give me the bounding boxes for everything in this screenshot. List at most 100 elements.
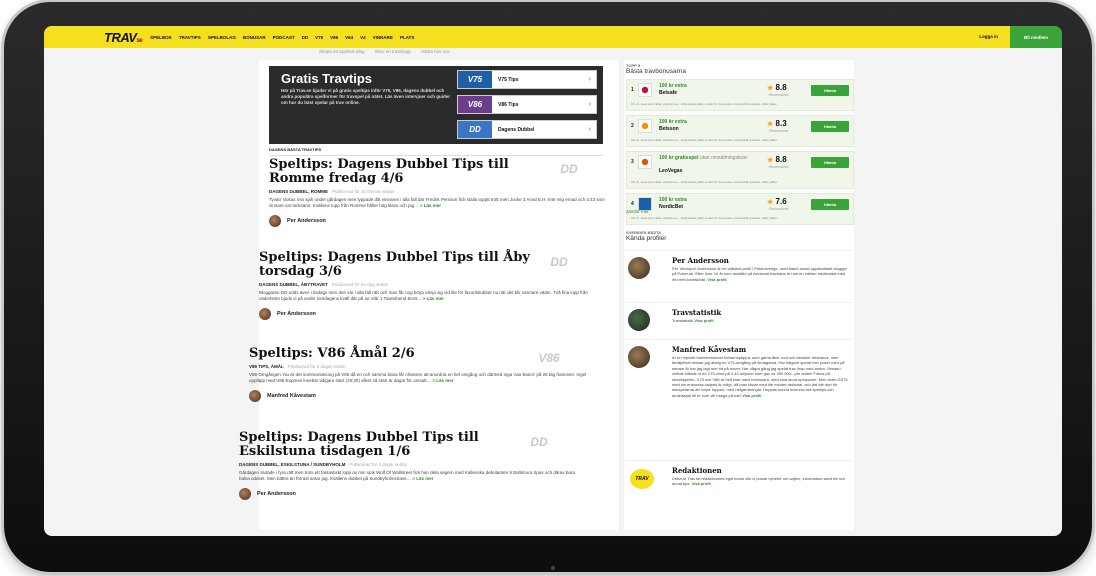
view-profile-link[interactable]: Visa profil bbox=[742, 393, 761, 398]
avatar bbox=[628, 309, 650, 331]
article-categories[interactable]: DAGENS DUBBEL, ÅBYTRAVET bbox=[259, 282, 328, 287]
article-title[interactable]: Speltips: Dagens Dubbel Tips till Åby to… bbox=[259, 251, 539, 279]
browser-screen: TRAVse SPELBOK TRAVTIPS SPELBOLAG BONUSA… bbox=[44, 26, 1062, 536]
nav-item-plats[interactable]: PLATS bbox=[400, 35, 414, 40]
rating: ★ 8.8 bbox=[767, 155, 787, 164]
nav-item-v64[interactable]: V64 bbox=[345, 35, 353, 40]
star-icon: ★ bbox=[767, 157, 774, 164]
bonus-extra: utan omsättningskrav bbox=[699, 155, 748, 161]
profile-bio: Är en mycket travintresserad trebarnspap… bbox=[672, 355, 850, 398]
nav-item-spelbok[interactable]: SPELBOK bbox=[150, 35, 172, 40]
claim-bonus-button[interactable]: Hämta bbox=[811, 199, 849, 210]
chevron-right-icon: › bbox=[588, 126, 591, 133]
nav-item-v86[interactable]: V86 bbox=[330, 35, 338, 40]
article-excerpt: Tyvärr slokas min spik under gårdagen me… bbox=[269, 197, 609, 209]
nav-item-v75[interactable]: V75 bbox=[315, 35, 323, 40]
sub-nav: Skapa ett spelbok idag Skriv en travblog… bbox=[319, 49, 450, 54]
profiles-heading: Kända profiler bbox=[626, 235, 667, 242]
subnav-item[interactable]: Skriv en travblogg bbox=[375, 49, 411, 54]
nav-item-podcast[interactable]: PODCAST bbox=[273, 35, 295, 40]
article-categories[interactable]: DAGENS DUBBEL, ROMME bbox=[269, 189, 328, 194]
view-profile-link[interactable]: Visa profil bbox=[707, 277, 726, 282]
chevron-right-icon: › bbox=[588, 101, 591, 108]
nav-item-dd[interactable]: DD bbox=[302, 35, 309, 40]
article-categories[interactable]: V86 TIPS, ÅMÅL bbox=[249, 364, 284, 369]
sidebar-header: TOPP 5 Bästa travbonusarna bbox=[626, 63, 686, 75]
read-more-link[interactable]: > Läs mer bbox=[412, 476, 433, 481]
nav-item-v4[interactable]: V4 bbox=[360, 35, 366, 40]
article-title[interactable]: Speltips: V86 Åmål 2/6 bbox=[249, 347, 529, 361]
claim-bonus-button[interactable]: Hämta bbox=[811, 121, 849, 132]
article-excerpt: V86-Omgången. Nu är det sommarsäsong på … bbox=[249, 372, 589, 384]
rating: ★ 8.3 bbox=[767, 119, 787, 128]
profile-name[interactable]: Redaktionen bbox=[672, 466, 852, 475]
dd-badge-icon: DD bbox=[458, 121, 492, 138]
v75-badge-icon: V75 bbox=[458, 71, 492, 88]
article-author[interactable]: Per Andersson bbox=[269, 215, 609, 227]
v86-logo-icon: V86 bbox=[538, 351, 560, 365]
nav-item-bonusar[interactable]: BONUSAR bbox=[243, 35, 266, 40]
profile-name[interactable]: Manfred Kåvestam bbox=[672, 345, 852, 354]
claim-bonus-button[interactable]: Hämta bbox=[811, 85, 849, 96]
avatar bbox=[628, 257, 650, 279]
profiles-header: SVERIGES BÄSTA Kända profiler bbox=[626, 230, 666, 242]
profile-name[interactable]: Travstatistik bbox=[672, 308, 852, 317]
rating-label[interactable]: Recensioner bbox=[769, 129, 789, 133]
rating-value: 7.6 bbox=[775, 197, 787, 206]
excerpt-text: Gårdagen slutade i fyra rätt men trots e… bbox=[239, 470, 575, 481]
article-time: Publicerad för 2 dagar sedan bbox=[287, 364, 346, 369]
dd-logo-icon: DD bbox=[530, 435, 548, 449]
article-time: Publicerad för 3 dagar sedan bbox=[349, 462, 408, 467]
site-logo[interactable]: TRAVse bbox=[44, 30, 150, 45]
view-profile-link[interactable]: Visa profil bbox=[694, 318, 713, 323]
article-author[interactable]: Manfred Kåvestam bbox=[249, 390, 589, 402]
hero-text: Här på Trav.se bjuder vi på gratis spelt… bbox=[281, 88, 451, 105]
betsson-logo-icon bbox=[638, 119, 652, 133]
tip-link-v86[interactable]: V86 V86 Tips › bbox=[457, 95, 597, 114]
article-title[interactable]: Speltips: Dagens Dubbel Tips till Eskils… bbox=[239, 431, 519, 459]
compare-link[interactable]: Jämför mer bbox=[626, 209, 649, 214]
bookmaker-name[interactable]: Betsson bbox=[659, 126, 679, 132]
read-more-link[interactable]: > Läs mer bbox=[420, 203, 441, 208]
nav-item-travtips[interactable]: TRAVTIPS bbox=[179, 35, 201, 40]
bonus-row: 1 100 kr extra Betsafe ★ 8.8 Recensioner… bbox=[626, 79, 854, 111]
hero-title: Gratis Travtips bbox=[281, 71, 373, 86]
read-more-link[interactable]: > Läs mer bbox=[432, 378, 453, 383]
article-categories[interactable]: DAGENS DUBBEL, ESKILSTUNA / SUNDBYHOLM bbox=[239, 462, 345, 467]
section-title: DAGENS BÄSTA TRAVTIPS bbox=[269, 147, 603, 156]
login-link[interactable]: Logga in bbox=[979, 34, 998, 39]
bookmaker-name[interactable]: LeoVegas bbox=[659, 168, 682, 174]
nav-item-spelbolag[interactable]: SPELBOLAG bbox=[208, 35, 236, 40]
bookmaker-name[interactable]: NordicBet bbox=[659, 204, 683, 210]
excerpt-text: V86-Omgången. Nu är det sommarsäsong på … bbox=[249, 372, 587, 383]
avatar bbox=[249, 390, 261, 402]
claim-bonus-button[interactable]: Hämta bbox=[811, 157, 849, 168]
read-more-link[interactable]: > Läs mer bbox=[423, 296, 444, 301]
rating-label[interactable]: Recensioner bbox=[769, 93, 789, 97]
rating-label[interactable]: Recensioner bbox=[769, 207, 789, 211]
article-excerpt: Gårdagen slutade i fyra rätt men trots e… bbox=[239, 470, 579, 482]
profile-card: Manfred Kåvestam Är en mycket travintres… bbox=[626, 339, 852, 398]
subnav-item[interactable]: Jobba hos oss bbox=[421, 49, 450, 54]
tip-link-dd[interactable]: DD Dagens Dubbel › bbox=[457, 120, 597, 139]
member-button[interactable]: Bli medlem bbox=[1010, 26, 1062, 48]
article-author[interactable]: Per Andersson bbox=[259, 308, 599, 320]
bookmaker-name[interactable]: Betsafe bbox=[659, 90, 677, 96]
rating-label[interactable]: Recensioner bbox=[769, 165, 789, 169]
tip-link-v75[interactable]: V75 V75 Tips › bbox=[457, 70, 597, 89]
bonus-text: 100 kr extra bbox=[659, 197, 687, 203]
sidebar-heading: Bästa travbonusarna bbox=[626, 68, 686, 75]
article-author[interactable]: Per Andersson bbox=[239, 488, 579, 500]
bonus-text: 100 kr extra bbox=[659, 83, 687, 89]
bio-text: Travstatistik bbox=[672, 318, 694, 323]
article-title[interactable]: Speltips: Dagens Dubbel Tips till Romme … bbox=[269, 158, 549, 186]
v86-badge-icon: V86 bbox=[458, 96, 492, 113]
profile-card: Travstatistik Travstatistik Visa profil bbox=[626, 302, 852, 331]
column-divider bbox=[619, 60, 620, 530]
profile-card: Per Andersson Per 'Monopol' Andersson är… bbox=[626, 250, 852, 282]
profile-name[interactable]: Per Andersson bbox=[672, 256, 852, 265]
article-meta: DAGENS DUBBEL, ÅBYTRAVET Publicerad för e… bbox=[259, 282, 599, 287]
subnav-item[interactable]: Skapa ett spelbok idag bbox=[319, 49, 365, 54]
nav-item-vinnare[interactable]: VINNARE bbox=[373, 35, 393, 40]
view-profile-link[interactable]: Visa profil bbox=[692, 481, 711, 486]
